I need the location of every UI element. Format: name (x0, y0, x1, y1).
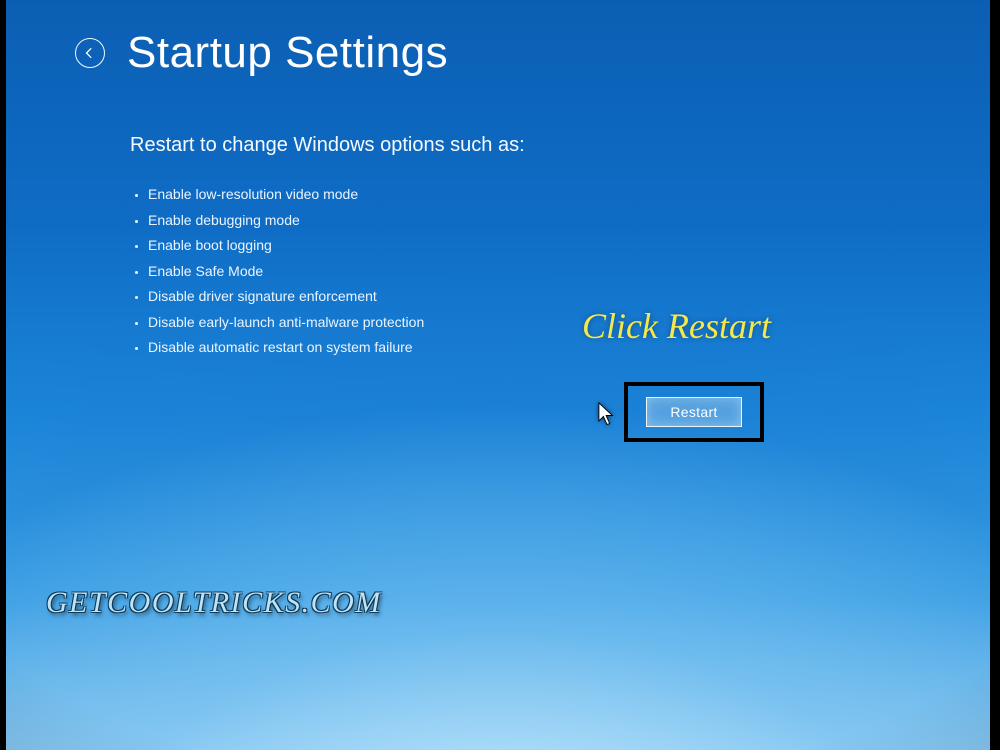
watermark-text: GETCOOLTRICKS.COM (46, 586, 382, 620)
page-title: Startup Settings (127, 28, 448, 78)
list-item: Disable early-launch anti-malware protec… (148, 314, 424, 332)
list-item: Enable Safe Mode (148, 263, 424, 281)
annotation-highlight-box: Restart (624, 382, 764, 442)
back-button[interactable] (75, 38, 105, 68)
edge-border (0, 0, 1000, 750)
list-item: Enable debugging mode (148, 212, 424, 230)
list-item: Enable boot logging (148, 237, 424, 255)
restart-button[interactable]: Restart (646, 397, 742, 427)
subheading: Restart to change Windows options such a… (130, 134, 525, 157)
list-item: Enable low-resolution video mode (148, 186, 424, 204)
cursor-icon (598, 402, 616, 426)
annotation-label: Click Restart (582, 305, 771, 347)
vignette-overlay (0, 0, 1000, 750)
recovery-screen: Startup Settings Restart to change Windo… (0, 0, 1000, 750)
list-item: Disable driver signature enforcement (148, 288, 424, 306)
options-list: Enable low-resolution video mode Enable … (148, 178, 424, 365)
header-row: Startup Settings (75, 28, 448, 78)
back-arrow-icon (83, 46, 97, 60)
list-item: Disable automatic restart on system fail… (148, 339, 424, 357)
